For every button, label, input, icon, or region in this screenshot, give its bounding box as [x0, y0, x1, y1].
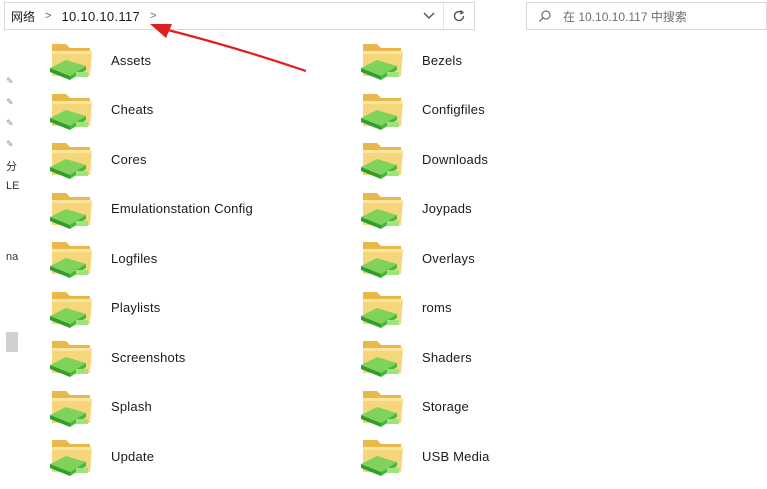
refresh-button[interactable] [443, 3, 474, 29]
shared-folder-item[interactable]: Downloads [357, 135, 488, 183]
breadcrumb-network[interactable]: 网络 [11, 8, 35, 25]
network-folder-icon [46, 434, 98, 478]
breadcrumb-host[interactable]: 10.10.10.117 [61, 9, 140, 24]
network-folder-icon [46, 137, 98, 181]
network-folder-icon [46, 38, 98, 82]
address-bar[interactable]: 网络 > 10.10.10.117 > [4, 2, 475, 30]
folder-name: USB Media [422, 448, 490, 464]
folder-name: roms [422, 300, 452, 315]
shared-folder-item[interactable]: Storage [357, 383, 469, 431]
navigation-pane: ✎ ✎ ✎ ✎ 分 LE na [0, 40, 26, 489]
scrollbar-thumb[interactable] [6, 332, 18, 352]
shared-folder-item[interactable]: Screenshots [46, 333, 185, 381]
network-folder-icon [357, 88, 409, 132]
network-folder-icon [357, 434, 409, 478]
network-folder-icon [46, 187, 98, 231]
network-folder-icon [46, 286, 98, 330]
folder-name: Assets [111, 52, 152, 68]
folder-name: Screenshots [111, 349, 186, 365]
breadcrumb-separator[interactable]: > [150, 10, 156, 22]
shared-folder-item[interactable]: Logfiles [46, 234, 157, 282]
shared-folder-item[interactable]: Shaders [357, 333, 472, 381]
network-folder-icon [357, 187, 409, 231]
folder-name: Logfiles [111, 250, 158, 266]
shared-folder-item[interactable]: Update [46, 432, 154, 480]
shared-folder-item[interactable]: USB Media [357, 432, 490, 480]
folder-name: Cores [111, 151, 147, 167]
nav-item-label[interactable]: LE [6, 180, 19, 192]
shared-folder-item[interactable]: Cheats [46, 86, 153, 134]
folder-name: Playlists [111, 300, 161, 315]
shared-folder-item[interactable]: Playlists [46, 284, 160, 332]
network-folder-icon [357, 137, 409, 181]
folder-name: Downloads [422, 151, 489, 167]
shared-folder-item[interactable]: Bezels [357, 36, 462, 84]
network-folder-icon [46, 335, 98, 379]
shared-folder-item[interactable]: Joypads [357, 185, 472, 233]
folder-name: Overlays [422, 250, 475, 266]
pin-icon[interactable]: ✎ [6, 76, 16, 86]
pin-icon[interactable]: ✎ [6, 97, 16, 107]
folder-name: Joypads [422, 201, 472, 216]
folder-name: Emulationstation Config [111, 201, 253, 216]
chevron-down-icon [423, 12, 435, 19]
network-folder-icon [357, 335, 409, 379]
shared-folder-item[interactable]: Splash [46, 383, 152, 431]
search-box[interactable]: 在 10.10.10.117 中搜索 [526, 2, 767, 30]
breadcrumb-separator[interactable]: > [45, 10, 51, 22]
folder-name: Splash [111, 399, 152, 414]
pin-icon[interactable]: ✎ [6, 118, 16, 128]
network-folder-icon [357, 385, 409, 429]
shared-folder-item[interactable]: Assets [46, 36, 151, 84]
folder-name: Shaders [422, 349, 472, 365]
nav-item-label[interactable]: na [6, 251, 18, 263]
breadcrumb: 网络 > 10.10.10.117 > [5, 8, 415, 25]
network-folder-icon [357, 38, 409, 82]
folder-name: Update [111, 448, 155, 464]
refresh-icon [453, 10, 465, 22]
network-folder-icon [357, 286, 409, 330]
pin-icon[interactable]: ✎ [6, 139, 16, 149]
shared-folder-item[interactable]: Configfiles [357, 86, 485, 134]
nav-item-label[interactable]: 分 [6, 158, 17, 174]
network-folder-icon [46, 236, 98, 280]
network-folder-icon [46, 88, 98, 132]
shared-folder-item[interactable]: Overlays [357, 234, 475, 282]
shared-folder-item[interactable]: roms [357, 284, 452, 332]
address-history-button[interactable] [415, 3, 443, 29]
search-icon [527, 9, 563, 23]
folder-name: Cheats [111, 102, 154, 117]
search-placeholder: 在 10.10.10.117 中搜索 [563, 9, 687, 24]
folder-name: Configfiles [422, 102, 485, 117]
network-folder-icon [357, 236, 409, 280]
shared-folder-item[interactable]: Emulationstation Config [46, 185, 253, 233]
network-folder-icon [46, 385, 98, 429]
folder-name: Bezels [422, 52, 463, 68]
folder-name: Storage [422, 399, 469, 414]
shared-folder-item[interactable]: Cores [46, 135, 147, 183]
